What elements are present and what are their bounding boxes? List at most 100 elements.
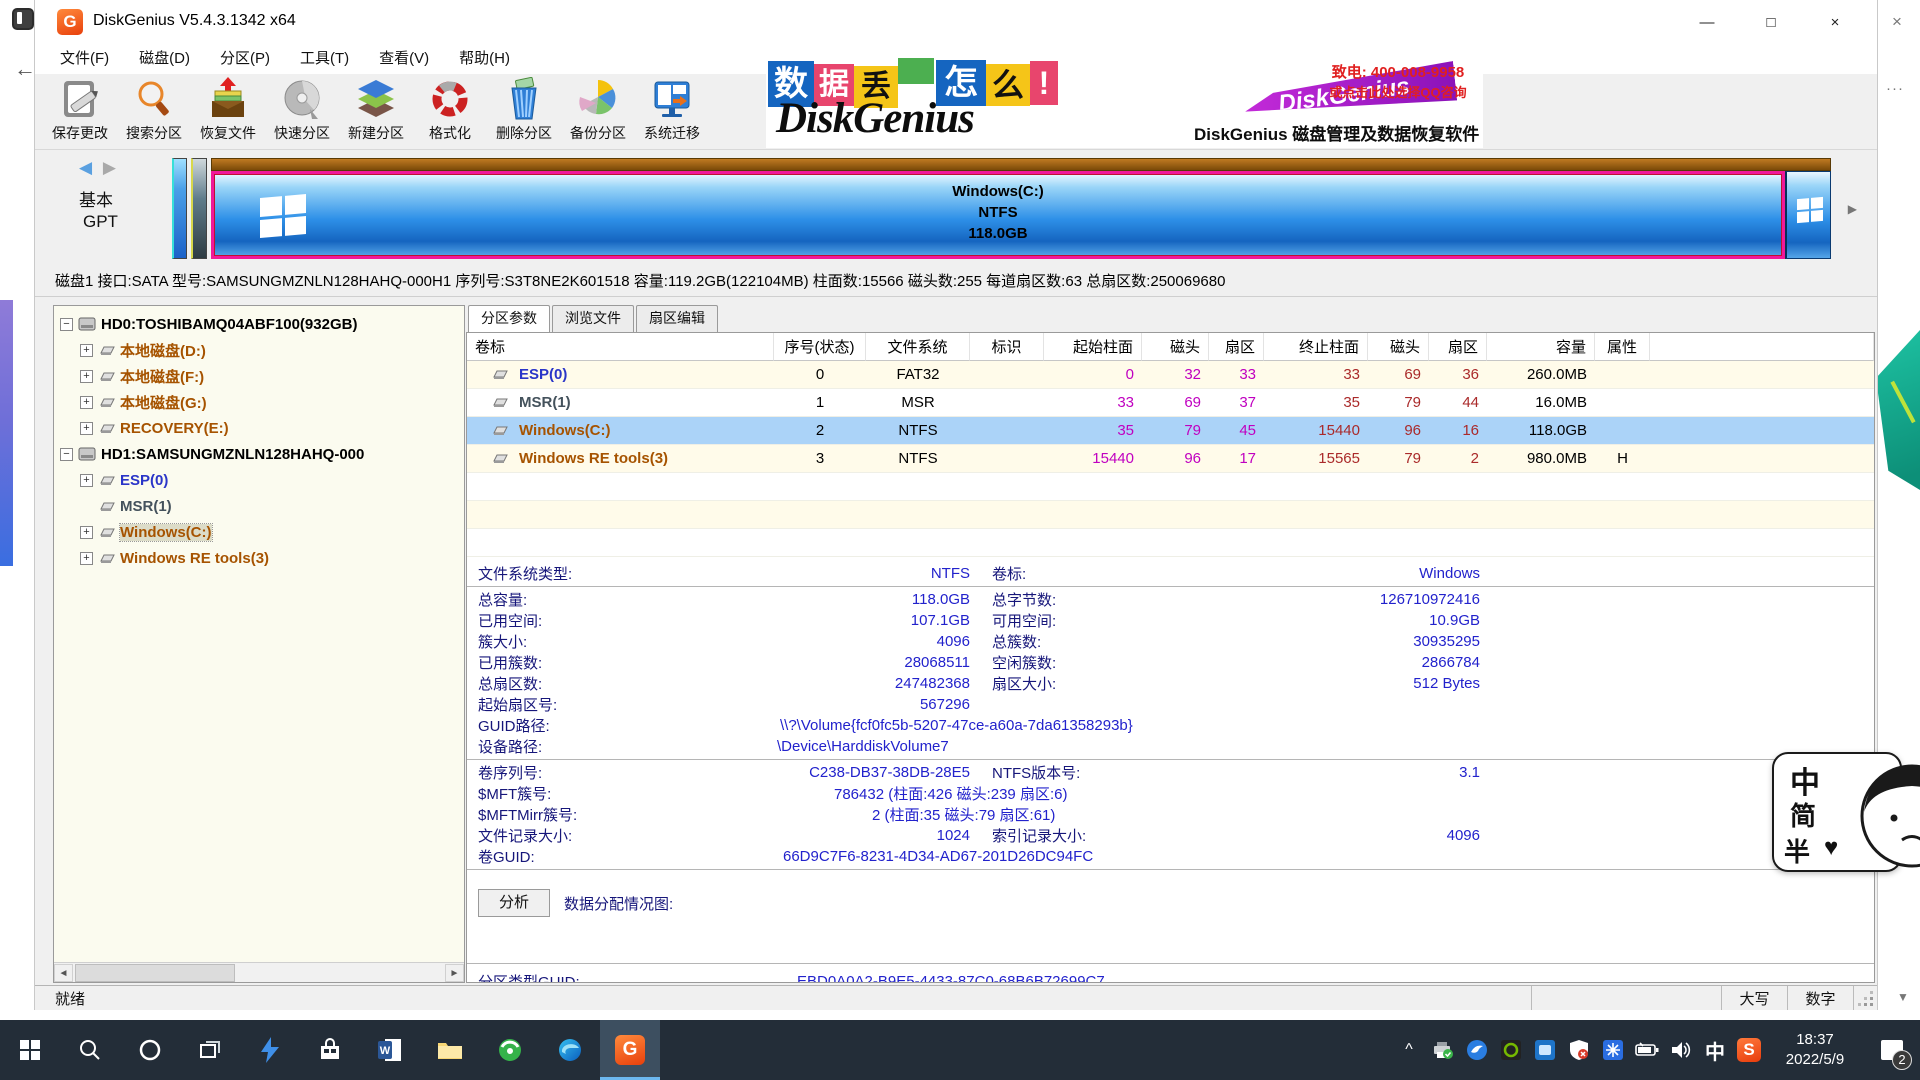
expand-icon[interactable]: + [80, 370, 93, 383]
tree-item-windows-c[interactable]: + Windows(C:) [54, 519, 464, 545]
diskgenius-taskbar-button[interactable]: G [600, 1020, 660, 1080]
tree-item-esp[interactable]: + ESP(0) [54, 467, 464, 493]
clock-date: 2022/5/9 [1770, 1050, 1860, 1070]
expand-icon[interactable]: + [80, 526, 93, 539]
browser-360-button[interactable] [480, 1020, 540, 1080]
system-migration-button[interactable]: 系统迁移 [635, 74, 709, 148]
scroll-right-icon[interactable]: ► [445, 964, 464, 982]
expand-icon[interactable]: + [80, 422, 93, 435]
ad-qq-link[interactable]: 或点击此处选择QQ咨询 [1318, 82, 1478, 101]
menu-tools[interactable]: 工具(T) [285, 44, 364, 74]
tab-sector-editor[interactable]: 扇区编辑 [636, 305, 718, 332]
recover-files-button[interactable]: 恢复文件 [191, 74, 265, 148]
tree-item-local-f[interactable]: + 本地磁盘(F:) [54, 363, 464, 389]
col-header[interactable]: 终止柱面 [1264, 333, 1368, 361]
intel-graphics-tray-icon[interactable] [1528, 1020, 1562, 1080]
tab-browse-files[interactable]: 浏览文件 [552, 305, 634, 332]
detail-label: 总容量: [467, 589, 767, 610]
diskmap-winre-partition[interactable] [1785, 171, 1831, 259]
snowflake-tray-icon[interactable] [1596, 1020, 1630, 1080]
word-button[interactable]: W [360, 1020, 420, 1080]
col-header[interactable]: 容量 [1487, 333, 1595, 361]
detail-value: 2866784 [1270, 654, 1480, 671]
col-header[interactable]: 标识 [970, 333, 1044, 361]
flash-app-button[interactable] [240, 1020, 300, 1080]
tree-item-recovery-e[interactable]: + RECOVERY(E:) [54, 415, 464, 441]
advertisement-banner[interactable]: 数 据 丢 怎 么 ! DiskGenius DiskGenius 致电: 40… [766, 58, 1483, 148]
task-view-button[interactable] [180, 1020, 240, 1080]
collapse-icon[interactable]: − [60, 318, 73, 331]
col-header[interactable]: 文件系统 [866, 333, 970, 361]
taskbar-clock[interactable]: 18:37 2022/5/9 [1770, 1030, 1860, 1070]
quick-partition-button[interactable]: 快速分区 [265, 74, 339, 148]
delete-partition-button[interactable]: 删除分区 [487, 74, 561, 148]
menu-view[interactable]: 查看(V) [364, 44, 444, 74]
microsoft-store-button[interactable] [300, 1020, 360, 1080]
format-button[interactable]: 格式化 [413, 74, 487, 148]
action-center-button[interactable]: 2 [1864, 1020, 1920, 1080]
collapse-icon[interactable]: − [60, 448, 73, 461]
expand-icon[interactable]: + [80, 474, 93, 487]
nvidia-tray-icon[interactable] [1494, 1020, 1528, 1080]
analyze-button[interactable]: 分析 [478, 889, 550, 917]
cortana-button[interactable] [120, 1020, 180, 1080]
col-header[interactable]: 卷标 [467, 333, 774, 361]
edge-button[interactable] [540, 1020, 600, 1080]
diskmap-prev-disk-arrow[interactable]: ◀ [79, 158, 92, 177]
col-header[interactable]: 磁头 [1142, 333, 1209, 361]
col-header[interactable]: 起始柱面 [1044, 333, 1142, 361]
tab-partition-parameters[interactable]: 分区参数 [468, 305, 550, 332]
diskmap-windows-c-partition[interactable]: Windows(C:) NTFS 118.0GB [211, 171, 1785, 259]
table-row-msr[interactable]: MSR(1) [467, 389, 774, 417]
col-header[interactable]: 磁头 [1368, 333, 1429, 361]
save-changes-button[interactable]: 保存更改 [43, 74, 117, 148]
expand-icon[interactable]: + [80, 344, 93, 357]
taskbar-search-button[interactable] [60, 1020, 120, 1080]
detail-label: 可用空间: [970, 610, 1270, 631]
table-row-esp[interactable]: ESP(0) [467, 361, 774, 389]
minimize-button[interactable]: — [1675, 0, 1739, 44]
tree-item-hd0[interactable]: − HD0:TOSHIBAMQ04ABF100(932GB) [54, 311, 464, 337]
tray-chevron-icon[interactable]: ^ [1392, 1020, 1426, 1080]
file-explorer-button[interactable] [420, 1020, 480, 1080]
sogou-tray-icon[interactable]: S [1732, 1020, 1766, 1080]
table-row-winre[interactable]: Windows RE tools(3) [467, 445, 774, 473]
search-partition-button[interactable]: 搜索分区 [117, 74, 191, 148]
tree-item-hd1[interactable]: − HD1:SAMSUNGMZNLN128HAHQ-000 [54, 441, 464, 467]
tree-item-msr[interactable]: MSR(1) [54, 493, 464, 519]
close-button[interactable]: × [1803, 0, 1867, 44]
tree-horizontal-scrollbar[interactable]: ◄ ► [54, 962, 464, 982]
scrollbar-thumb[interactable] [75, 964, 235, 982]
security-shield-tray-icon[interactable] [1562, 1020, 1596, 1080]
col-header[interactable]: 扇区 [1429, 333, 1487, 361]
volume-tray-icon[interactable] [1664, 1020, 1698, 1080]
new-partition-button[interactable]: 新建分区 [339, 74, 413, 148]
maximize-button[interactable]: □ [1739, 0, 1803, 44]
scroll-left-icon[interactable]: ◄ [54, 964, 73, 982]
menu-file[interactable]: 文件(F) [45, 44, 124, 74]
battery-tray-icon[interactable] [1630, 1020, 1664, 1080]
col-header[interactable]: 序号(状态) [774, 333, 866, 361]
background-window-tab-icon [12, 8, 34, 30]
start-button[interactable] [0, 1020, 60, 1080]
backup-partition-button[interactable]: 备份分区 [561, 74, 635, 148]
ime-language-indicator[interactable]: 中 [1698, 1020, 1732, 1080]
printer-tray-icon[interactable] [1426, 1020, 1460, 1080]
resize-grip[interactable] [1853, 986, 1877, 1010]
menu-help[interactable]: 帮助(H) [444, 44, 525, 74]
bird-app-tray-icon[interactable] [1460, 1020, 1494, 1080]
diskmap-scroll-right-arrow[interactable]: ▶ [1848, 202, 1857, 216]
expand-icon[interactable]: + [80, 396, 93, 409]
tree-item-local-g[interactable]: + 本地磁盘(G:) [54, 389, 464, 415]
expand-icon[interactable]: + [80, 552, 93, 565]
diskmap-esp-partition[interactable] [172, 158, 187, 259]
tree-item-local-d[interactable]: + 本地磁盘(D:) [54, 337, 464, 363]
diskmap-msr-partition[interactable] [191, 158, 207, 259]
diskmap-next-disk-arrow[interactable]: ▶ [103, 158, 116, 177]
col-header[interactable]: 扇区 [1209, 333, 1264, 361]
menu-partition[interactable]: 分区(P) [205, 44, 285, 74]
col-header[interactable]: 属性 [1595, 333, 1650, 361]
menu-disk[interactable]: 磁盘(D) [124, 44, 205, 74]
tree-item-winre[interactable]: + Windows RE tools(3) [54, 545, 464, 571]
table-row-windows-c-selected[interactable]: Windows(C:) [467, 417, 774, 445]
